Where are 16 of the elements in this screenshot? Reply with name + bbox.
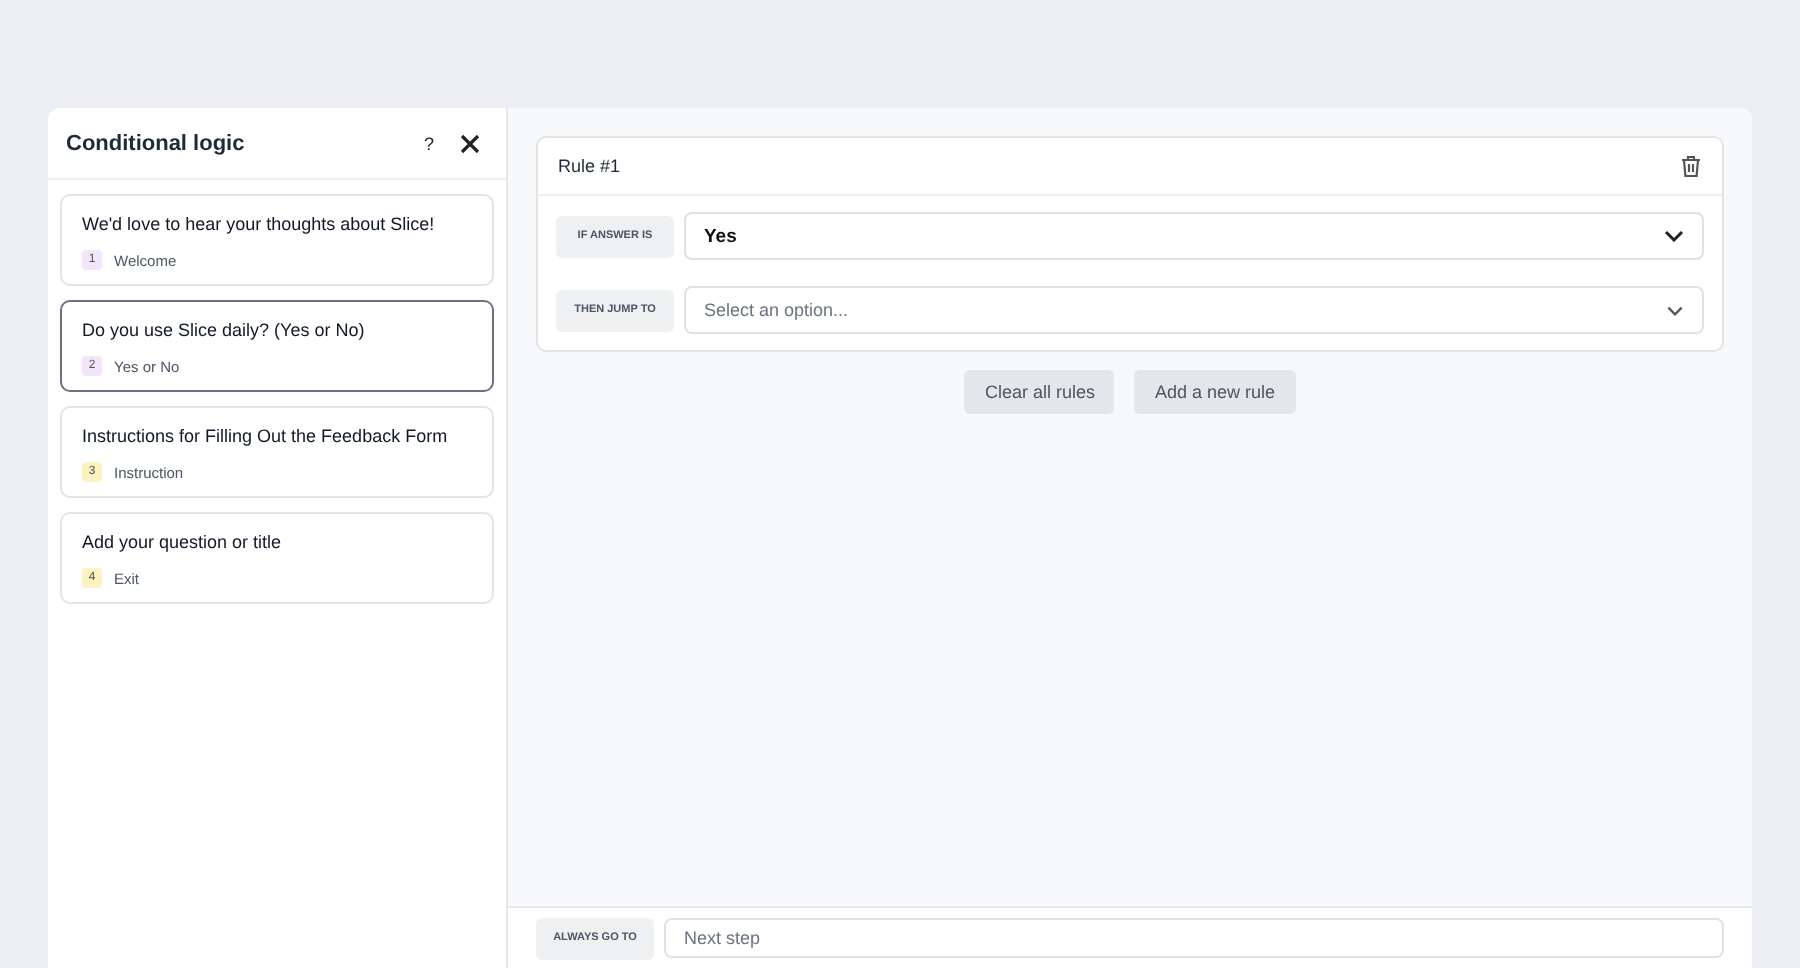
question-title: We'd love to hear your thoughts about Slice!: [82, 214, 437, 234]
action-button[interactable]: Add a new rule: [1134, 370, 1296, 414]
question-title: Do you use Slice daily? (Yes or No): [82, 320, 367, 340]
fallback-dropdown[interactable]: Next step: [664, 918, 1724, 958]
dialog-title: Conditional logic: [66, 131, 247, 155]
question-title: Instructions for Filling Out the Feedback Form: [82, 426, 450, 446]
answer-dropdown[interactable]: Yes: [684, 212, 1704, 260]
chevron-down-icon: [1666, 305, 1684, 315]
jump-target-dropdown[interactable]: Select an option...: [684, 286, 1704, 334]
close-icon[interactable]: [458, 131, 482, 155]
rule-title: Rule #1: [558, 156, 621, 176]
action-button[interactable]: Clear all rules: [964, 370, 1115, 414]
help-button[interactable]: ?: [419, 133, 438, 153]
trash-icon[interactable]: [1680, 154, 1702, 178]
chevron-down-icon: [1664, 230, 1684, 242]
question-title: Add your question or title: [82, 532, 284, 552]
